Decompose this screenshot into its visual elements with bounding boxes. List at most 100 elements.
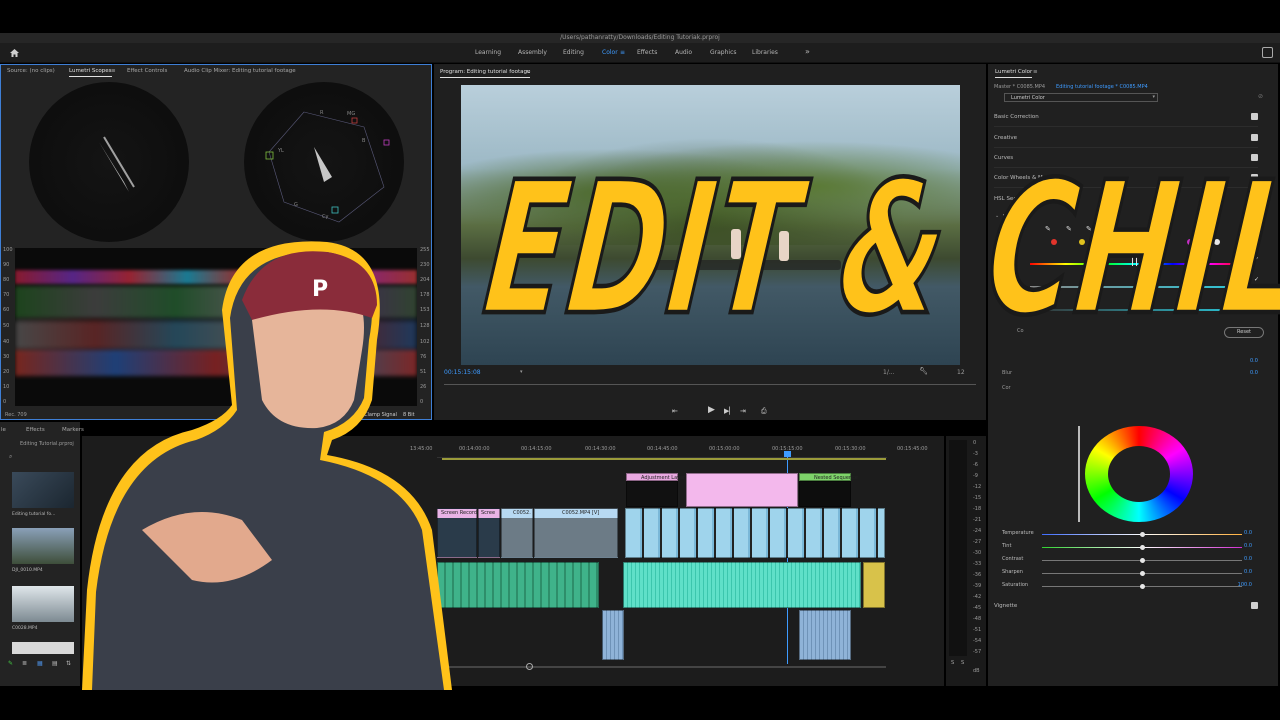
timeline-ruler[interactable]: 13:45:00 00:14:00:00 00:14:15:00 00:14:3… [410, 440, 887, 458]
meter-db-label: dB [973, 668, 980, 674]
refine-label-cor: Cor [1002, 385, 1011, 391]
vectorscope-label-b: B [362, 138, 366, 144]
window-title: /Users/pathanratty/Downloads/Editing Tut… [560, 34, 720, 41]
workspace-assembly[interactable]: Assembly [518, 49, 547, 56]
tint-knob[interactable] [1139, 544, 1145, 550]
lumetri-menu-icon[interactable]: ≡ [1033, 69, 1038, 75]
list-view-icon[interactable]: ≣ [22, 660, 27, 667]
share-icon[interactable] [1262, 47, 1273, 58]
step-back-icon[interactable]: ⇤ [672, 407, 678, 415]
adjustment-layer-clip[interactable]: Adjustment Layer [626, 473, 685, 481]
creative-checkbox[interactable] [1251, 134, 1258, 141]
scree-clip[interactable]: Scree [478, 508, 500, 558]
audio-clip-a2-left[interactable] [602, 610, 624, 660]
step-forward-icon[interactable]: ▶▏ [724, 407, 735, 415]
timeline-zoom-handle[interactable] [526, 663, 533, 670]
timeline-scrollbar[interactable] [442, 666, 886, 668]
vectorscope-left [29, 82, 189, 242]
lumetri-reset-icon[interactable]: ⊘ [1258, 93, 1263, 100]
timeline-ruler-end: 00:15:45:00 [897, 446, 928, 452]
meter-solo-left[interactable]: S [951, 660, 954, 666]
tab-audio-clip-mixer[interactable]: Audio Clip Mixer: Editing tutorial foota… [184, 68, 296, 74]
video-title-text: EDIT & CHILL [475, 140, 1280, 358]
tab-lumetri-scopes[interactable]: Lumetri Scopes [69, 68, 112, 77]
meter-scale: 0 -3 -6 -9 -12 -15 -18 -21 -24 -27 -30 -… [973, 440, 982, 655]
vectorscope-label-r: R [320, 110, 324, 116]
freeform-view-icon[interactable]: ▤ [52, 660, 58, 667]
home-icon[interactable] [10, 49, 19, 57]
audio-clip-a2-right[interactable] [799, 610, 851, 660]
section-vignette[interactable]: Vignette [994, 596, 1258, 616]
wrench-icon[interactable]: 🔧︎ [919, 367, 928, 375]
slider-contrast[interactable]: Contrast 0.0 [1002, 554, 1252, 567]
lumetri-color-title: Lumetri Color [995, 69, 1033, 78]
video-clip-strip[interactable] [625, 508, 885, 558]
sequence-clip-label[interactable]: Editing tutorial footage * C0085.MP4 [1056, 84, 1148, 90]
tab-effect-controls[interactable]: Effect Controls [127, 68, 167, 74]
slider-saturation[interactable]: Saturation 100.0 [1002, 580, 1252, 593]
audio-clip-yellow[interactable] [863, 562, 885, 608]
workspace-editing[interactable]: Editing [563, 49, 584, 56]
project-item-thumb[interactable] [12, 472, 74, 508]
c0052-clip[interactable]: C0052. [501, 508, 533, 558]
sharpen-knob[interactable] [1139, 570, 1145, 576]
icon-view-icon[interactable]: ▦ [37, 660, 43, 667]
slider-temperature[interactable]: Temperature 0.0 [1002, 528, 1252, 541]
tab-effects[interactable]: Effects [26, 427, 45, 433]
adjustment-layer-long[interactable] [686, 473, 798, 507]
nested-sequence-clip[interactable]: Nested Sequence [799, 473, 858, 481]
slider-tint[interactable]: Tint 0.0 [1002, 541, 1252, 554]
svg-text:P: P [312, 277, 328, 302]
basic-correction-checkbox[interactable] [1251, 113, 1258, 120]
presenter-photo: P [72, 230, 464, 690]
adjustment-layer-body[interactable] [626, 481, 678, 507]
correction-color-wheel[interactable] [1085, 426, 1193, 522]
program-dropdown-icon[interactable]: ▾ [520, 369, 523, 375]
refine-value-1[interactable]: 0.0 [1250, 358, 1258, 364]
workspace-graphics[interactable]: Graphics [710, 49, 737, 56]
section-basic-correction[interactable]: Basic Correction [994, 107, 1258, 127]
project-panel: le Effects Markers Editing Tutorial.prpr… [0, 422, 84, 686]
vectorscope-right: R MG B YL G Cy [244, 82, 404, 242]
master-clip-label[interactable]: Master * C0085.MP4 [994, 84, 1045, 90]
slider-sharpen[interactable]: Sharpen 0.0 [1002, 567, 1252, 580]
workspace-menu-icon[interactable]: ≡ [620, 49, 625, 56]
refine-value-2[interactable]: 0.0 [1250, 370, 1258, 376]
c0052-mp4-clip[interactable]: C0052.MP4 [V] [534, 508, 618, 558]
panel-menu-icon[interactable]: ≡ [111, 68, 116, 74]
nested-sequence-body[interactable] [799, 481, 851, 507]
search-icon[interactable]: ⌕ [9, 453, 12, 461]
audio-clip-a1-main[interactable] [623, 562, 861, 608]
project-item-thumb[interactable] [12, 528, 74, 564]
vectorscope-label-cy: Cy [322, 214, 329, 220]
vignette-checkbox[interactable] [1251, 602, 1258, 609]
workspace-libraries[interactable]: Libraries [752, 49, 778, 56]
play-icon[interactable]: ▶ [708, 405, 715, 415]
tab-project[interactable]: le [1, 427, 6, 433]
playhead-handle[interactable] [784, 451, 791, 457]
more-workspaces-icon[interactable]: » [805, 47, 810, 56]
tab-source[interactable]: Source: (no clips) [7, 68, 55, 74]
window-title-bar: /Users/pathanratty/Downloads/Editing Tut… [0, 33, 1280, 43]
audio-meter-panel: S S 0 -3 -6 -9 -12 -15 -18 -21 -24 -27 -… [946, 436, 986, 686]
workspace-color[interactable]: Color [602, 49, 618, 56]
project-item-thumb[interactable] [12, 586, 74, 622]
rec-709-label: Rec. 709 [5, 412, 27, 418]
sort-icon[interactable]: ⇅ [66, 660, 71, 667]
contrast-knob[interactable] [1139, 557, 1145, 563]
go-to-out-icon[interactable]: ⇥ [740, 407, 746, 415]
wheel-luminance-slider[interactable] [1078, 426, 1080, 522]
project-item-thumb[interactable] [12, 642, 74, 654]
export-frame-icon[interactable]: ⎙ [761, 407, 767, 416]
workspace-learning[interactable]: Learning [475, 49, 501, 56]
workspace-bar: Learning Assembly Editing Color ≡ Effect… [0, 43, 1280, 63]
meter-solo-right[interactable]: S [961, 660, 964, 666]
pencil-icon[interactable]: ✎ [8, 660, 13, 667]
effect-select[interactable]: Lumetri Color ▾ [1004, 93, 1158, 102]
temperature-knob[interactable] [1139, 531, 1145, 537]
saturation-knob[interactable] [1139, 583, 1145, 589]
program-menu-icon[interactable]: ≡ [526, 69, 531, 75]
workspace-audio[interactable]: Audio [675, 49, 692, 56]
program-scrubber[interactable] [444, 384, 976, 385]
workspace-effects[interactable]: Effects [637, 49, 657, 56]
